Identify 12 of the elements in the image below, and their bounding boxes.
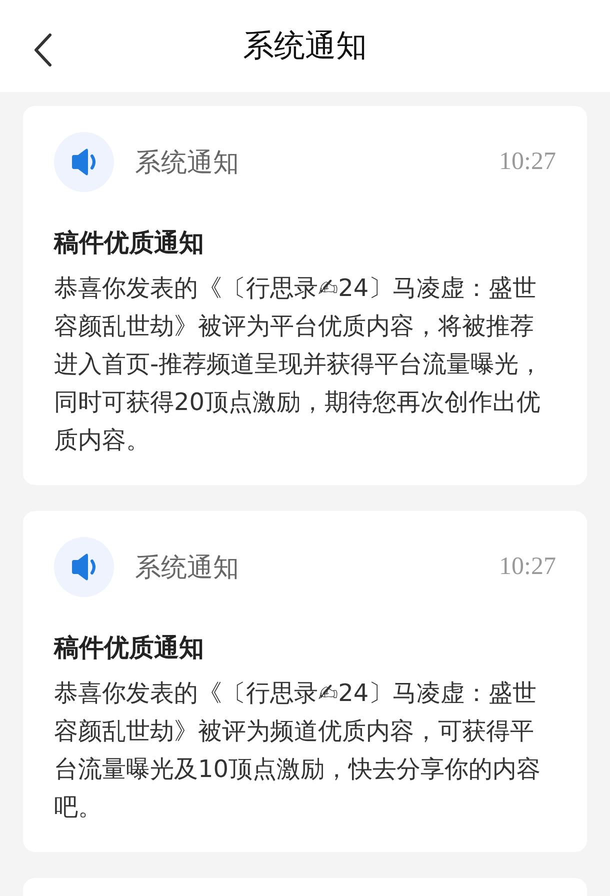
notification-text: 恭喜你发表的《〔行思录✍24〕马凌虚：盛世容颜乱世劫》被评为频道优质内容，可获得平台流量曝光及10顶点激励，快去分享你的内容吧。 — [54, 678, 542, 823]
notification-card[interactable]: 系统通知 10:27 稿件优质通知 恭喜你发表的《〔行思录✍24〕马凌虚：盛世容颜乱世劫》被评为平台优质内容，将被推荐进入首页-推荐频道呈现并获得平台流量曝光，同时可获得20顶点激励，期待您再次创作出优质内容。 — [23, 106, 587, 485]
notification-title: 稿件优质通知 — [54, 632, 205, 664]
notification-text: 恭喜你发表的《〔行思录✍24〕马凌虚：盛世容颜乱世劫》被评为平台优质内容，将被推荐进入首页-推荐频道呈现并获得平台流量曝光，同时可获得20顶点激励，期待您再次创作出优质内容。 — [54, 273, 544, 456]
back-icon[interactable] — [33, 33, 53, 67]
page-title: 系统通知 — [243, 27, 367, 66]
notification-title: 稿件优质通知 — [54, 227, 205, 259]
source-label: 系统通知 — [135, 146, 240, 180]
notification-card[interactable]: 系统通知 10:27 稿件优质通知 恭喜你发表的《〔行思录✍24〕马凌虚：盛世容颜乱世劫》被评为频道优质内容，可获得平台流量曝光及10顶点激励，快去分享你的内容吧。 — [23, 511, 587, 852]
time-label: 10:27 — [499, 148, 556, 176]
source-label: 系统通知 — [135, 552, 240, 584]
time-label: 10:27 — [499, 553, 556, 581]
